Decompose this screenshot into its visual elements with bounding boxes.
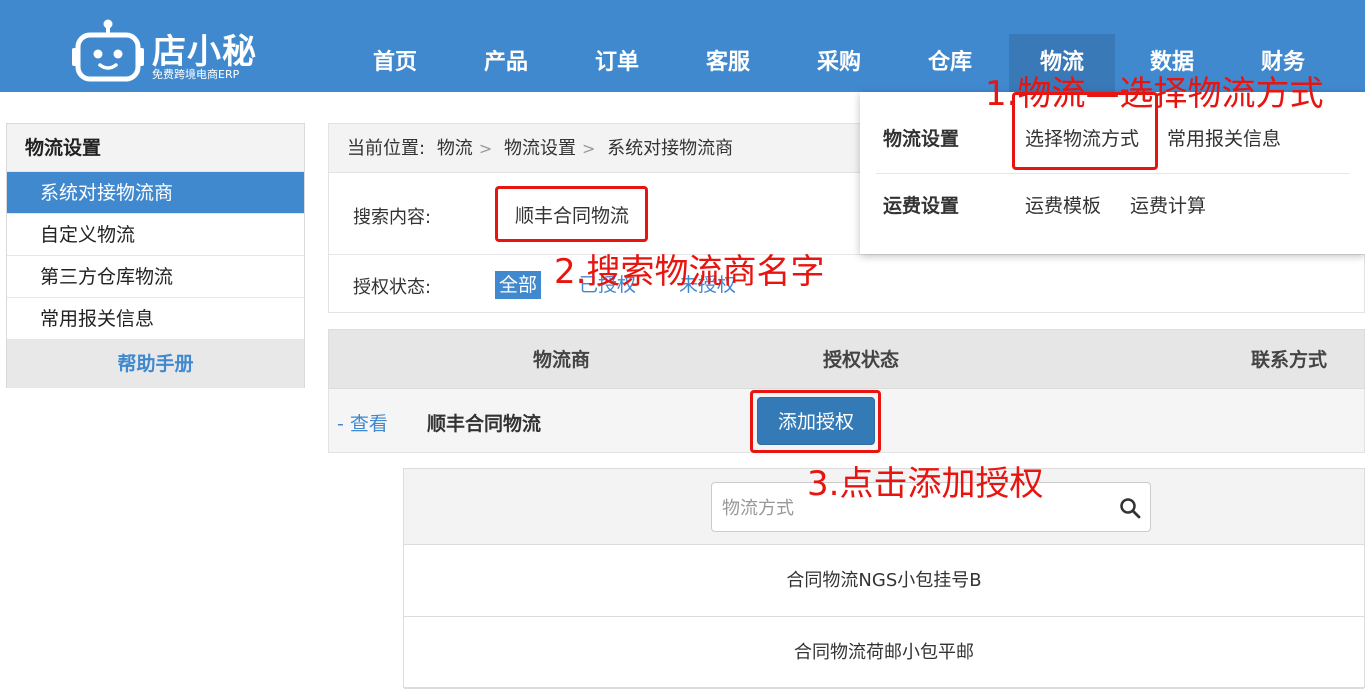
- dropdown-group-freight-settings: 运费设置 运费模板 运费计算: [860, 174, 1365, 254]
- dropdown-link-freight-template[interactable]: 运费模板: [1025, 191, 1101, 218]
- breadcrumb-item-logistics-settings[interactable]: 物流设置: [504, 138, 576, 159]
- dropdown-link-freight-calculator[interactable]: 运费计算: [1130, 191, 1206, 218]
- table-row: - 查看 顺丰合同物流 添加授权: [328, 389, 1365, 453]
- robot-logo-icon: [72, 19, 144, 82]
- breadcrumb-item-current: 系统对接物流商: [607, 138, 734, 159]
- nav-item-service[interactable]: 客服: [673, 34, 783, 92]
- annotation-step1: 1.物流—选择物流方式: [985, 74, 1324, 114]
- dropdown-group-title: 运费设置: [883, 195, 960, 217]
- annotation-step2: 2.搜索物流商名字: [554, 252, 825, 292]
- nav-item-products[interactable]: 产品: [451, 34, 561, 92]
- sidebar-item-system-carriers[interactable]: 系统对接物流商: [7, 172, 304, 214]
- add-authorization-button[interactable]: 添加授权: [757, 397, 875, 445]
- logistics-dropdown-menu: 物流设置 选择物流方式 常用报关信息 运费设置 运费模板 运费计算: [860, 92, 1365, 254]
- nav-item-purchase[interactable]: 采购: [784, 34, 894, 92]
- dropdown-link-customs-info[interactable]: 常用报关信息: [1167, 124, 1281, 151]
- carrier-table: 物流商 授权状态 联系方式 - 查看 顺丰合同物流 添加授权: [328, 329, 1365, 453]
- dropdown-link-select-shipping-method[interactable]: 选择物流方式: [1025, 124, 1139, 151]
- sidebar-item-custom-logistics[interactable]: 自定义物流: [7, 214, 304, 256]
- chevron-right-icon: >: [581, 139, 596, 158]
- search-label: 搜索内容:: [353, 207, 432, 228]
- sidebar: 物流设置 系统对接物流商 自定义物流 第三方仓库物流 常用报关信息 帮助手册: [6, 123, 305, 388]
- chevron-right-icon: >: [478, 139, 493, 158]
- column-header-contact: 联系方式: [1251, 349, 1328, 371]
- nav-item-home[interactable]: 首页: [340, 34, 450, 92]
- status-row: 授权状态: 全部 已授权 未授权: [329, 255, 1364, 313]
- breadcrumb-prefix: 当前位置:: [347, 138, 426, 159]
- column-header-carrier: 物流商: [533, 349, 591, 371]
- search-icon[interactable]: [1118, 496, 1142, 520]
- search-content-field[interactable]: 顺丰合同物流: [515, 201, 629, 228]
- sidebar-title: 物流设置: [7, 124, 304, 172]
- carrier-name: 顺丰合同物流: [427, 413, 542, 435]
- shipping-method-option[interactable]: 合同物流NGS小包挂号B: [404, 545, 1364, 617]
- status-label: 授权状态:: [353, 277, 432, 298]
- nav-item-orders[interactable]: 订单: [562, 34, 672, 92]
- help-manual-link[interactable]: 帮助手册: [7, 340, 304, 388]
- sidebar-item-third-party-warehouse[interactable]: 第三方仓库物流: [7, 256, 304, 298]
- sidebar-item-customs-info[interactable]: 常用报关信息: [7, 298, 304, 340]
- logo[interactable]: 店小秘 免费跨境电商ERP: [72, 14, 262, 84]
- view-link[interactable]: - 查看: [337, 409, 388, 436]
- logo-subtitle: 免费跨境电商ERP: [152, 68, 240, 81]
- breadcrumb-item-logistics[interactable]: 物流: [437, 138, 473, 159]
- annotation-step3: 3.点击添加授权: [807, 464, 1044, 504]
- tab-all[interactable]: 全部: [495, 271, 542, 299]
- table-header: 物流商 授权状态 联系方式: [328, 329, 1365, 389]
- dropdown-group-title: 物流设置: [883, 128, 960, 150]
- shipping-method-option[interactable]: 合同物流荷邮小包平邮: [404, 617, 1364, 689]
- column-header-auth-status: 授权状态: [823, 349, 900, 371]
- page: 店小秘 免费跨境电商ERP 首页 产品 订单 客服 采购 仓库 物流 数据 财务…: [0, 0, 1365, 696]
